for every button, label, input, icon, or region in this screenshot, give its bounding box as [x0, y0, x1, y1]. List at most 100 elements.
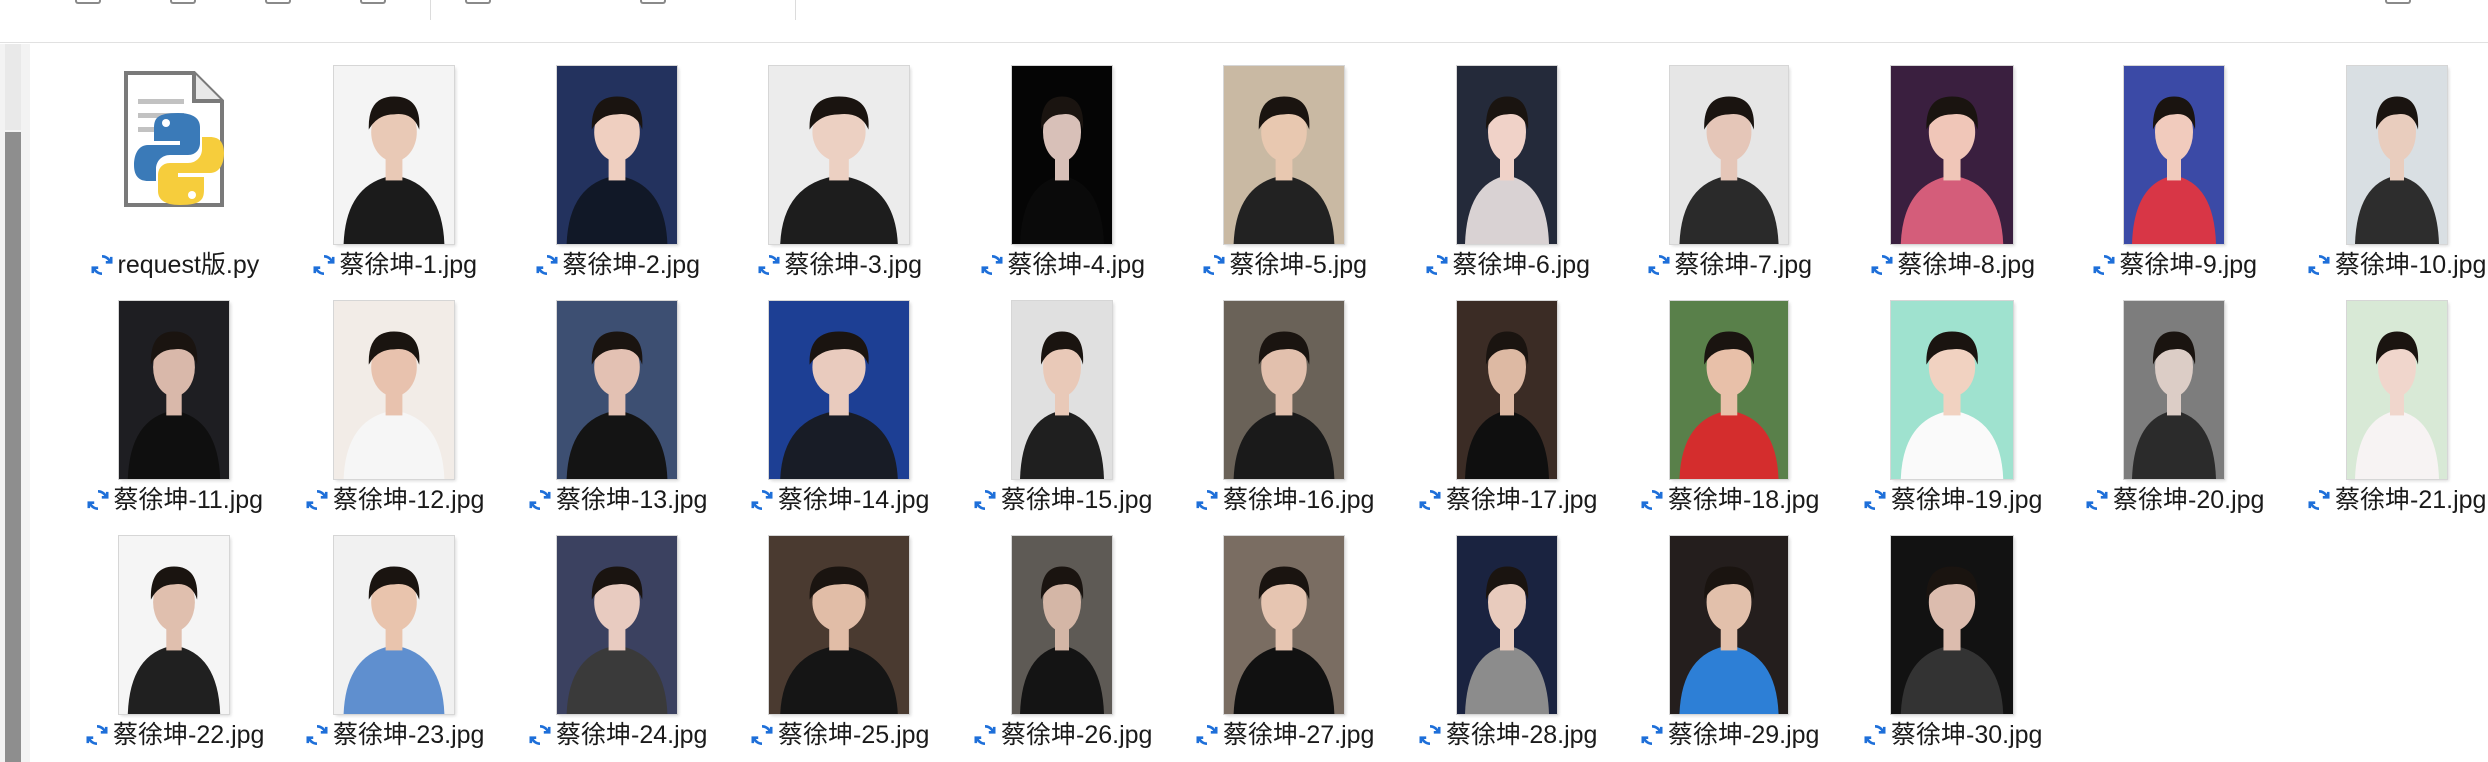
file-name-label[interactable]: 蔡徐坤-2.jpg	[534, 249, 701, 281]
file-name-label[interactable]: 蔡徐坤-11.jpg	[85, 484, 263, 516]
file-name-label[interactable]: 蔡徐坤-6.jpg	[1424, 249, 1590, 281]
sync-status-icon	[86, 490, 109, 510]
image-thumbnail[interactable]	[1891, 66, 2013, 244]
image-thumbnail[interactable]	[1012, 301, 1112, 479]
sync-status-icon	[751, 725, 773, 745]
image-thumbnail[interactable]	[334, 536, 454, 714]
image-thumbnail[interactable]	[119, 536, 229, 714]
vertical-scrollbar[interactable]	[0, 44, 30, 762]
file-name-label[interactable]: 蔡徐坤-3.jpg	[756, 249, 923, 281]
file-name-text: 蔡徐坤-10.jpg	[2335, 251, 2487, 279]
delete-icon[interactable]	[360, 0, 386, 4]
image-thumbnail[interactable]	[119, 301, 229, 479]
image-thumbnail[interactable]	[769, 301, 909, 479]
image-thumbnail[interactable]	[2124, 66, 2224, 244]
file-name-label[interactable]: 蔡徐坤-20.jpg	[2084, 484, 2264, 516]
sync-status-icon	[1864, 490, 1886, 510]
image-thumbnail[interactable]	[1670, 536, 1788, 714]
image-thumbnail[interactable]	[334, 66, 454, 244]
file-name-label[interactable]: 蔡徐坤-28.jpg	[1417, 719, 1597, 751]
file-name-label[interactable]: 蔡徐坤-10.jpg	[2306, 249, 2486, 281]
file-name-label[interactable]: 蔡徐坤-26.jpg	[972, 719, 1152, 751]
image-thumbnail[interactable]	[2124, 301, 2224, 479]
sync-status-icon	[529, 490, 551, 510]
image-thumbnail[interactable]	[1670, 66, 1788, 244]
file-name-label[interactable]: 蔡徐坤-27.jpg	[1194, 719, 1374, 751]
file-name-label[interactable]: 蔡徐坤-15.jpg	[972, 484, 1152, 516]
file-name-text: 蔡徐坤-17.jpg	[1446, 486, 1598, 514]
file-name-label[interactable]: 蔡徐坤-19.jpg	[1862, 484, 2042, 516]
image-thumbnail[interactable]	[557, 301, 677, 479]
sync-status-icon	[2308, 490, 2330, 510]
image-thumbnail[interactable]	[334, 301, 454, 479]
image-thumbnail[interactable]	[2347, 66, 2447, 244]
image-thumbnail[interactable]	[1891, 301, 2013, 479]
file-name-label[interactable]: request版.py	[89, 249, 259, 281]
file-name-label[interactable]: 蔡徐坤-8.jpg	[1869, 249, 2035, 281]
image-thumbnail[interactable]	[1012, 66, 1112, 244]
image-thumbnail[interactable]	[1457, 66, 1557, 244]
details-pane-icon[interactable]	[2385, 0, 2411, 4]
file-name-label[interactable]: 蔡徐坤-18.jpg	[1639, 484, 1819, 516]
scrollbar-track[interactable]	[5, 44, 21, 130]
sync-status-icon	[1419, 725, 1441, 745]
sync-status-icon	[1641, 490, 1663, 510]
file-name-label[interactable]: 蔡徐坤-5.jpg	[1201, 249, 1367, 281]
sync-status-icon	[1202, 255, 1225, 275]
image-thumbnail[interactable]	[2347, 301, 2447, 479]
image-thumbnail[interactable]	[1224, 536, 1344, 714]
file-name-text: 蔡徐坤-2.jpg	[562, 251, 701, 279]
sync-status-icon	[980, 255, 1003, 275]
image-thumbnail[interactable]	[1457, 536, 1557, 714]
file-name-label[interactable]: 蔡徐坤-1.jpg	[311, 249, 478, 281]
copy-icon[interactable]	[170, 0, 196, 4]
file-name-label[interactable]: 蔡徐坤-24.jpg	[527, 719, 707, 751]
file-name-label[interactable]: 蔡徐坤-30.jpg	[1862, 719, 2042, 751]
sync-status-icon	[1425, 255, 1448, 275]
image-thumbnail[interactable]	[1224, 66, 1344, 244]
explorer-toolbar	[0, 0, 2488, 43]
file-name-label[interactable]: 蔡徐坤-9.jpg	[2091, 249, 2258, 281]
file-name-text: 蔡徐坤-28.jpg	[1446, 721, 1598, 749]
image-thumbnail[interactable]	[1224, 301, 1344, 479]
image-thumbnail[interactable]	[769, 536, 909, 714]
image-thumbnail[interactable]	[1670, 301, 1788, 479]
file-grid: request版.py 蔡徐坤-1.jpg 蔡徐坤-2.jpg 蔡徐坤-3.jp…	[30, 44, 2488, 762]
image-thumbnail[interactable]	[769, 66, 909, 244]
file-name-label[interactable]: 蔡徐坤-12.jpg	[304, 484, 484, 516]
file-name-text: 蔡徐坤-14.jpg	[778, 486, 930, 514]
new-item-icon[interactable]	[75, 0, 101, 4]
sync-status-icon	[974, 490, 996, 510]
sort-icon[interactable]	[465, 0, 491, 4]
file-name-label[interactable]: 蔡徐坤-14.jpg	[749, 484, 929, 516]
image-thumbnail[interactable]	[1012, 536, 1112, 714]
paste-icon[interactable]	[265, 0, 291, 4]
view-icon[interactable]	[640, 0, 666, 4]
image-thumbnail[interactable]	[1457, 301, 1557, 479]
sync-status-icon	[2086, 490, 2108, 510]
file-name-label[interactable]: 蔡徐坤-21.jpg	[2306, 484, 2486, 516]
python-file-icon[interactable]	[114, 69, 234, 214]
file-name-label[interactable]: 蔡徐坤-22.jpg	[84, 719, 264, 751]
file-name-text: 蔡徐坤-3.jpg	[784, 251, 923, 279]
image-thumbnail[interactable]	[557, 536, 677, 714]
file-name-label[interactable]: 蔡徐坤-29.jpg	[1639, 719, 1819, 751]
file-name-label[interactable]: 蔡徐坤-4.jpg	[979, 249, 1145, 281]
file-name-label[interactable]: 蔡徐坤-23.jpg	[304, 719, 484, 751]
sync-status-icon	[1419, 490, 1441, 510]
file-name-label[interactable]: 蔡徐坤-16.jpg	[1194, 484, 1374, 516]
sync-status-icon	[306, 490, 328, 510]
file-name-label[interactable]: 蔡徐坤-13.jpg	[527, 484, 707, 516]
file-name-text: 蔡徐坤-9.jpg	[2119, 251, 2258, 279]
file-name-label[interactable]: 蔡徐坤-7.jpg	[1646, 249, 1812, 281]
sync-status-icon	[2092, 255, 2115, 275]
toolbar-divider	[430, 0, 431, 20]
scrollbar-thumb[interactable]	[5, 132, 21, 762]
file-name-text: 蔡徐坤-18.jpg	[1668, 486, 1820, 514]
sync-status-icon	[974, 725, 996, 745]
file-name-text: 蔡徐坤-1.jpg	[339, 251, 478, 279]
image-thumbnail[interactable]	[1891, 536, 2013, 714]
file-name-label[interactable]: 蔡徐坤-25.jpg	[749, 719, 929, 751]
image-thumbnail[interactable]	[557, 66, 677, 244]
file-name-label[interactable]: 蔡徐坤-17.jpg	[1417, 484, 1597, 516]
